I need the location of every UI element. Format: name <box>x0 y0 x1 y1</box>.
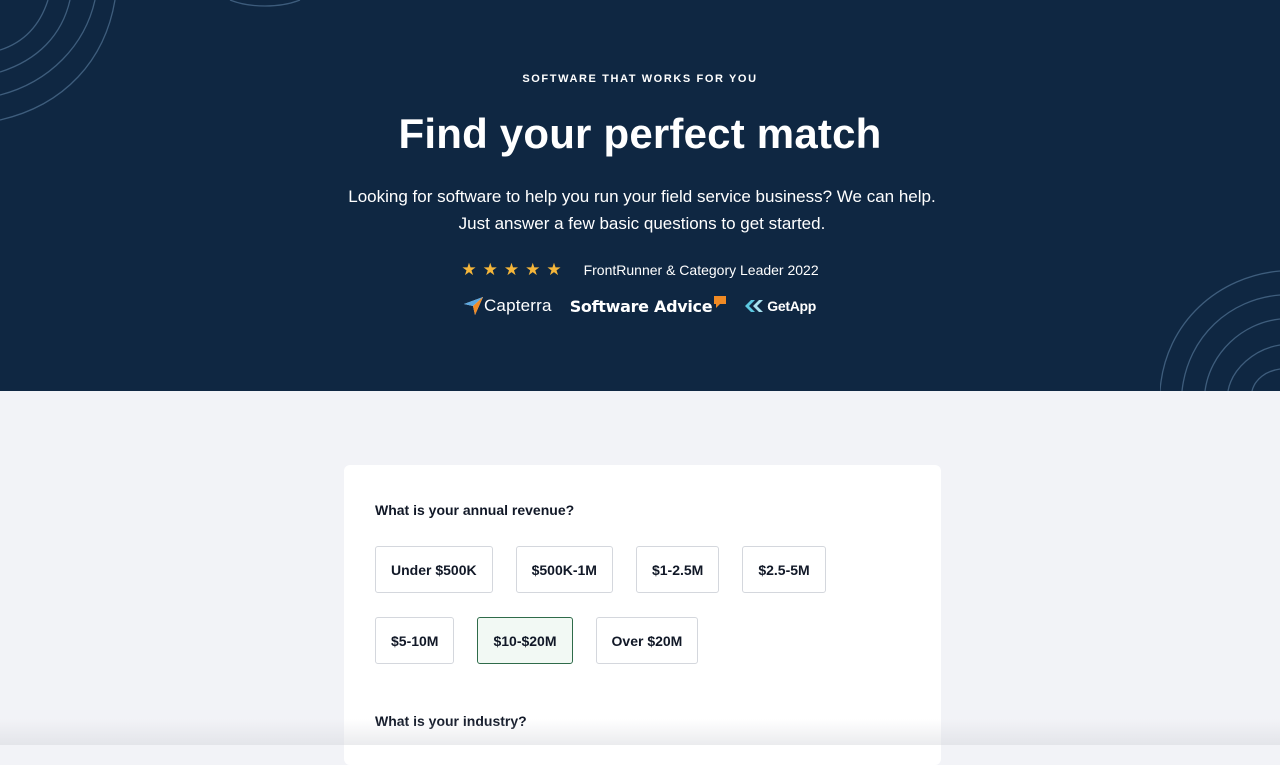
revenue-option-10-20m[interactable]: $10-$20M <box>477 617 573 664</box>
hero-section: SOFTWARE THAT WORKS FOR YOU Find your pe… <box>0 0 1280 391</box>
revenue-options-row-1: Under $500K $500K-1M $1-2.5M $2.5-5M <box>375 546 826 593</box>
decorative-contour-lines <box>1160 270 1280 391</box>
revenue-option-2-5-5m[interactable]: $2.5-5M <box>742 546 826 593</box>
revenue-option-over-20m[interactable]: Over $20M <box>595 617 699 664</box>
revenue-options-row-2: $5-10M $10-$20M Over $20M <box>375 617 699 664</box>
capterra-wordmark: Capterra <box>483 296 552 315</box>
eyebrow-text: SOFTWARE THAT WORKS FOR YOU <box>522 73 758 85</box>
page-title: Find your perfect match <box>398 110 882 157</box>
revenue-option-5-10m[interactable]: $5-10M <box>375 617 455 664</box>
revenue-option-under-500k[interactable]: Under $500K <box>375 546 493 593</box>
revenue-option-1-2-5m[interactable]: $1-2.5M <box>635 546 720 593</box>
review-site-logos: Capterra Software Advice GetApp <box>0 296 1280 316</box>
revenue-question: What is your annual revenue? <box>375 502 575 518</box>
getapp-logo: GetApp <box>745 298 816 314</box>
double-chevron-icon <box>745 300 764 312</box>
rating-row: ★ ★ ★ ★ ★ FrontRunner & Category Leader … <box>0 260 1280 280</box>
revenue-option-500k-1m[interactable]: $500K-1M <box>515 546 613 593</box>
star-icon: ★ <box>546 260 562 279</box>
star-icon: ★ <box>461 260 477 279</box>
award-text: FrontRunner & Category Leader 2022 <box>583 262 819 278</box>
star-icon: ★ <box>482 260 498 279</box>
speech-bubble-icon <box>714 296 727 308</box>
star-icon: ★ <box>525 260 541 279</box>
questionnaire-card: What is your annual revenue? Under $500K… <box>344 465 941 765</box>
page-subtitle: Looking for software to help you run you… <box>348 187 936 233</box>
star-rating: ★ ★ ★ ★ ★ <box>461 260 561 280</box>
software-advice-wordmark: Software Advice <box>569 296 713 316</box>
star-icon: ★ <box>503 260 520 279</box>
capterra-logo: Capterra <box>463 296 552 316</box>
getapp-wordmark: GetApp <box>767 298 817 314</box>
industry-question: What is your industry? <box>375 713 527 729</box>
software-advice-logo: Software Advice <box>569 296 728 316</box>
capterra-arrow-icon <box>463 297 483 315</box>
